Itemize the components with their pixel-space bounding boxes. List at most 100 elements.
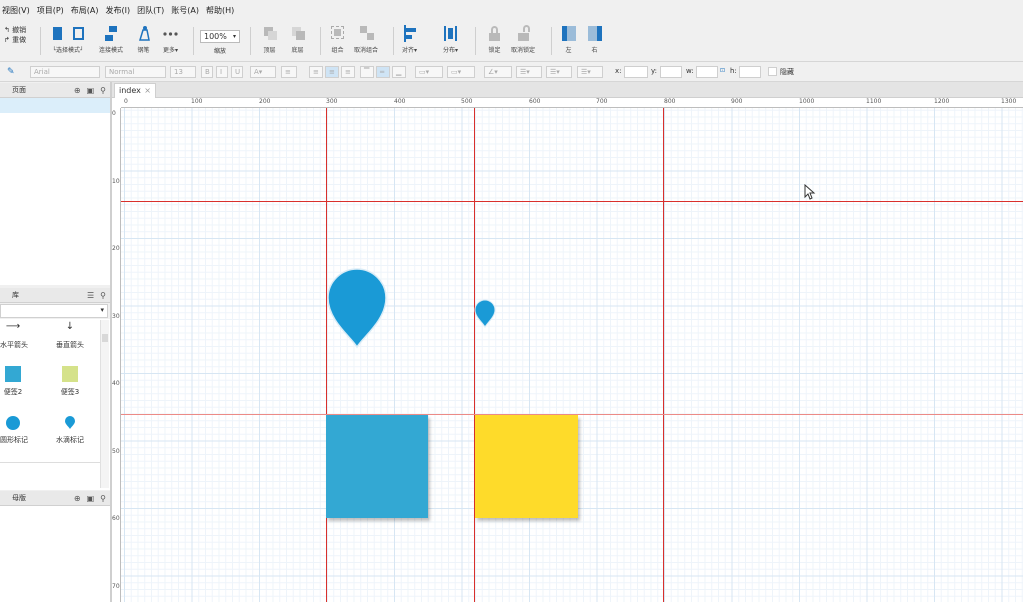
menu-project[interactable]: 项目(P) — [37, 5, 64, 16]
sticky-green-icon — [62, 366, 78, 382]
tab-index[interactable]: index × — [114, 83, 156, 98]
format-painter-icon[interactable]: ✎ — [7, 67, 15, 77]
line-weight-button[interactable]: ☰▾ — [516, 66, 542, 78]
y-input[interactable] — [660, 66, 682, 78]
search-icon[interactable]: ⚲ — [100, 288, 106, 303]
font-style-select[interactable]: Normal — [105, 66, 166, 78]
menu-help[interactable]: 帮助(H) — [206, 5, 234, 16]
library-select[interactable]: ▾ — [0, 304, 108, 318]
align-button[interactable]: 对齐▾ — [402, 25, 417, 54]
font-family-value: Arial — [34, 68, 50, 76]
sticky-note-blue[interactable] — [326, 415, 428, 518]
right-panel-toggle[interactable]: 右 — [587, 25, 602, 54]
undo-button[interactable]: ↰ 撤销 — [4, 25, 26, 35]
x-label: x: — [615, 67, 622, 75]
widget-sticky-2[interactable]: 便签2 — [0, 366, 26, 397]
align-text-left-button[interactable]: ≡ — [309, 66, 323, 78]
zoom-select[interactable]: 100% ▾ — [200, 30, 240, 43]
guide-line-vertical[interactable] — [474, 108, 475, 602]
guide-line-vertical[interactable] — [326, 108, 327, 602]
menu-publish[interactable]: 发布(I) — [106, 5, 131, 16]
connect-mode-button[interactable]: 连接模式 — [99, 25, 123, 54]
valign-bottom-button[interactable]: ▁ — [392, 66, 406, 78]
search-icon[interactable]: ⚲ — [100, 491, 106, 506]
menu-account[interactable]: 账号(A) — [171, 5, 199, 16]
valign-middle-button[interactable]: ═ — [376, 66, 390, 78]
more-button[interactable]: 更多▾ — [162, 25, 179, 54]
bullet-list-button[interactable]: ≡ — [281, 66, 297, 78]
send-to-bottom-button[interactable]: 底层 — [290, 25, 305, 54]
lock-button[interactable]: 锁定 — [487, 25, 502, 54]
w-input[interactable] — [696, 66, 718, 78]
close-icon[interactable]: × — [144, 84, 151, 97]
tab-label: index — [119, 86, 141, 95]
fill-color-button[interactable]: ▭▾ — [415, 66, 443, 78]
redo-label: 重做 — [12, 36, 27, 44]
toolbar-separator — [393, 27, 394, 55]
ruler-vertical: 0 100 200 300 400 500 600 700 — [112, 108, 121, 602]
add-folder-icon[interactable]: ▣ — [87, 83, 95, 98]
widget-vertical-arrow[interactable]: ↓ 垂直箭头 — [52, 321, 88, 350]
ruler-label: 1100 — [866, 98, 882, 105]
ruler-label: 1000 — [799, 98, 815, 105]
group-button[interactable]: 组合 — [330, 25, 345, 54]
menu-layout[interactable]: 布局(A) — [71, 5, 99, 16]
add-page-icon[interactable]: ⊕ — [74, 83, 81, 98]
hidden-checkbox[interactable] — [768, 67, 777, 76]
ruler-label: 700 — [596, 98, 608, 105]
arrow-style-button[interactable]: ☰▾ — [577, 66, 603, 78]
widget-circle-marker[interactable]: 圆形标记 — [0, 416, 28, 445]
menu-team[interactable]: 团队(T) — [137, 5, 164, 16]
guide-line-vertical[interactable] — [663, 108, 664, 602]
lock-aspect-icon[interactable]: ⊡ — [720, 67, 725, 74]
pen-icon — [136, 25, 151, 42]
font-family-select[interactable]: Arial — [30, 66, 100, 78]
widget-drop-marker[interactable]: 水滴标记 — [52, 416, 88, 445]
unlock-button[interactable]: 取消锁定 — [511, 25, 535, 54]
search-icon[interactable]: ⚲ — [100, 83, 106, 98]
selected-page-row[interactable] — [0, 98, 110, 113]
menu-icon[interactable]: ☰ — [87, 288, 94, 303]
font-size-select[interactable]: 13 — [170, 66, 196, 78]
design-canvas[interactable] — [121, 108, 1023, 602]
menu-view[interactable]: 视图(V) — [2, 5, 30, 16]
left-panel-toggle[interactable]: 左 — [561, 25, 576, 54]
select-mode-button[interactable]: └选择模式┘ — [50, 25, 86, 54]
pages-tree — [0, 98, 110, 285]
library-scrollbar[interactable] — [100, 320, 109, 488]
h-input[interactable] — [739, 66, 761, 78]
drop-marker-large[interactable] — [325, 265, 389, 349]
add-master-icon[interactable]: ⊕ — [74, 491, 81, 506]
bring-to-top-button[interactable]: 顶层 — [262, 25, 277, 54]
valign-top-button[interactable]: ▔ — [360, 66, 374, 78]
align-text-right-button[interactable]: ≡ — [341, 66, 355, 78]
menu-bar: 视图(V) 项目(P) 布局(A) 发布(I) 团队(T) 账号(A) 帮助(H… — [0, 0, 1023, 21]
widget-sticky-3[interactable]: 便签3 — [52, 366, 88, 397]
masters-list — [0, 506, 110, 602]
guide-line-horizontal[interactable] — [121, 201, 1023, 202]
ungroup-button[interactable]: 取消组合 — [354, 25, 378, 54]
select-contain-icon — [71, 25, 86, 42]
underline-button[interactable]: U — [231, 66, 243, 78]
shadow-button[interactable]: ▭▾ — [447, 66, 475, 78]
italic-button[interactable]: I — [216, 66, 228, 78]
font-color-button[interactable]: A▾ — [250, 66, 276, 78]
align-text-center-button[interactable]: ≡ — [325, 66, 339, 78]
bold-button[interactable]: B — [201, 66, 213, 78]
ruler-label: 200 — [112, 245, 120, 252]
widget-horizontal-arrow[interactable]: ⟶ 水平箭头 — [0, 321, 28, 350]
x-input[interactable] — [624, 66, 648, 78]
ruler-label: 0 — [112, 110, 116, 117]
scrollbar-thumb[interactable] — [102, 334, 108, 342]
add-folder-icon[interactable]: ▣ — [87, 491, 95, 506]
line-pattern-button[interactable]: ☰▾ — [546, 66, 572, 78]
redo-button[interactable]: ↱ 重做 — [4, 35, 26, 45]
align-label: 对齐▾ — [402, 47, 418, 54]
line-color-button[interactable]: ∠▾ — [484, 66, 512, 78]
sticky-note-yellow[interactable] — [475, 415, 578, 518]
send-back-icon — [290, 25, 305, 42]
distribute-button[interactable]: 分布▾ — [443, 25, 458, 54]
drop-marker-small[interactable] — [473, 298, 497, 328]
more-icon — [162, 25, 179, 42]
pen-button[interactable]: 钢笔 — [136, 25, 151, 54]
